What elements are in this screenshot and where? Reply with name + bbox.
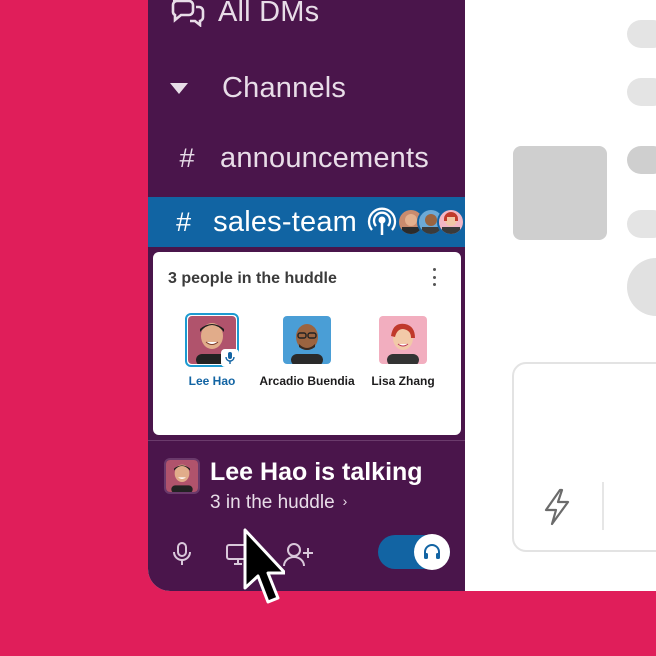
- sidebar: All DMs Channels # announcements # sales…: [148, 0, 465, 591]
- huddle-broadcast-icon: [367, 207, 397, 235]
- sidebar-item-announcements[interactable]: # announcements: [148, 133, 465, 183]
- headphones-toggle[interactable]: [378, 534, 450, 570]
- placeholder-line: [627, 20, 656, 48]
- chevron-right-icon: ›: [342, 493, 348, 509]
- microphone-button[interactable]: [172, 540, 192, 573]
- huddle-card: 3 people in the huddle Lee Hao Arcadio B…: [153, 252, 461, 435]
- shortcuts-bolt-icon[interactable]: [542, 488, 572, 531]
- add-person-icon: [283, 543, 313, 567]
- mouse-cursor: [241, 526, 287, 615]
- participant-arcadio-buendia[interactable]: Arcadio Buendia: [252, 316, 362, 388]
- channels-section-header[interactable]: Channels: [148, 63, 465, 113]
- avatar: [379, 316, 427, 364]
- huddle-title: 3 people in the huddle: [168, 270, 337, 287]
- sidebar-item-label: All DMs: [218, 0, 320, 28]
- toggle-knob: [414, 534, 450, 570]
- divider: [148, 440, 465, 441]
- more-options-icon[interactable]: [431, 268, 437, 286]
- sidebar-item-sales-team[interactable]: # sales-team: [148, 197, 465, 247]
- add-person-button[interactable]: [282, 540, 314, 573]
- channels-label: Channels: [222, 71, 347, 104]
- speaker-avatar: [164, 458, 200, 494]
- mic-speaking-icon: [221, 349, 239, 367]
- participant-name: Lisa Zhang: [371, 374, 435, 388]
- placeholder-line: [627, 78, 656, 106]
- dms-icon: [170, 0, 206, 27]
- participant-lee-hao[interactable]: Lee Hao: [157, 313, 267, 388]
- participant-name: Arcadio Buendia: [259, 374, 355, 388]
- channel-name: announcements: [220, 141, 429, 174]
- huddle-indicator[interactable]: [365, 205, 465, 239]
- sidebar-item-all-dms[interactable]: All DMs: [148, 0, 465, 37]
- placeholder-image: [513, 146, 607, 240]
- avatar: [283, 316, 331, 364]
- placeholder-line: [627, 146, 656, 174]
- participant-name: Lee Hao: [188, 374, 236, 388]
- channel-name: sales-team: [213, 205, 357, 238]
- main-panel: [465, 0, 656, 591]
- microphone-icon: [173, 542, 191, 565]
- caret-down-icon: [170, 82, 188, 94]
- placeholder-line: [627, 210, 656, 238]
- participant-lisa-zhang[interactable]: Lisa Zhang: [348, 316, 458, 388]
- headphones-icon: [424, 544, 440, 559]
- huddle-count-link[interactable]: 3 in the huddle ›: [210, 492, 347, 514]
- slack-window: All DMs Channels # announcements # sales…: [148, 0, 656, 591]
- talking-status: Lee Hao is talking: [210, 458, 423, 486]
- divider: [602, 482, 604, 530]
- placeholder-avatar: [627, 258, 656, 316]
- huddle-count-label: 3 in the huddle: [210, 492, 335, 513]
- hash-icon: #: [179, 142, 195, 173]
- avatar-frame: [185, 313, 239, 367]
- avatar: [437, 208, 465, 236]
- message-composer[interactable]: [512, 362, 656, 552]
- hash-icon: #: [176, 206, 192, 237]
